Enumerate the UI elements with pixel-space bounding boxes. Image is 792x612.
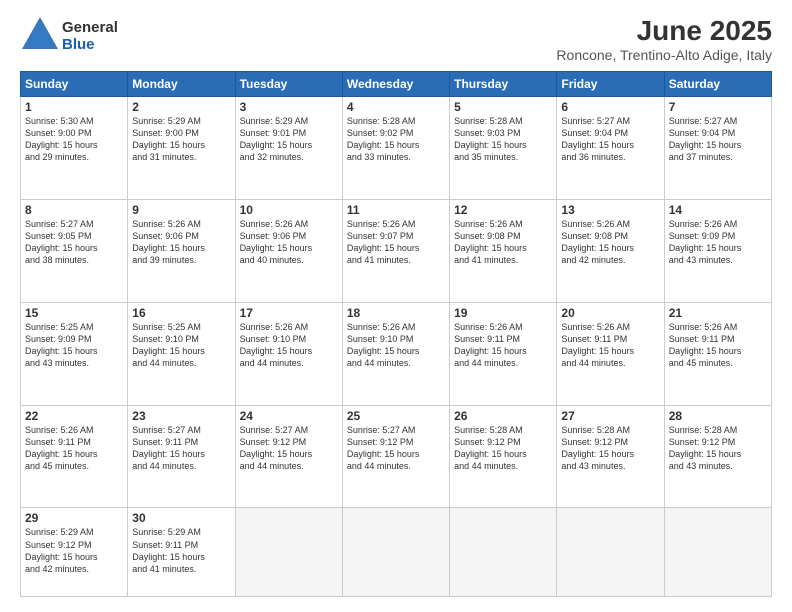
- day-cell-18: 18 Sunrise: 5:26 AM Sunset: 9:10 PM Dayl…: [342, 302, 449, 405]
- day-cell-16: 16 Sunrise: 5:25 AM Sunset: 9:10 PM Dayl…: [128, 302, 235, 405]
- day-cell-9: 9 Sunrise: 5:26 AM Sunset: 9:06 PM Dayli…: [128, 199, 235, 302]
- day-cell-empty: [664, 508, 771, 597]
- day-cell-11: 11 Sunrise: 5:26 AM Sunset: 9:07 PM Dayl…: [342, 199, 449, 302]
- day-cell-25: 25 Sunrise: 5:27 AM Sunset: 9:12 PM Dayl…: [342, 405, 449, 508]
- logo-icon: [20, 15, 60, 51]
- day-cell-12: 12 Sunrise: 5:26 AM Sunset: 9:08 PM Dayl…: [450, 199, 557, 302]
- day-cell-24: 24 Sunrise: 5:27 AM Sunset: 9:12 PM Dayl…: [235, 405, 342, 508]
- day-cell-10: 10 Sunrise: 5:26 AM Sunset: 9:06 PM Dayl…: [235, 199, 342, 302]
- col-tuesday: Tuesday: [235, 72, 342, 97]
- calendar-header-row: Sunday Monday Tuesday Wednesday Thursday…: [21, 72, 772, 97]
- col-friday: Friday: [557, 72, 664, 97]
- day-cell-empty: [342, 508, 449, 597]
- day-cell-empty: [235, 508, 342, 597]
- logo-general-text: General: [62, 19, 118, 36]
- col-thursday: Thursday: [450, 72, 557, 97]
- day-cell-3: 3 Sunrise: 5:29 AM Sunset: 9:01 PM Dayli…: [235, 97, 342, 200]
- day-cell-8: 8 Sunrise: 5:27 AM Sunset: 9:05 PM Dayli…: [21, 199, 128, 302]
- day-cell-17: 17 Sunrise: 5:26 AM Sunset: 9:10 PM Dayl…: [235, 302, 342, 405]
- table-row: 1 Sunrise: 5:30 AM Sunset: 9:00 PM Dayli…: [21, 97, 772, 200]
- day-cell-21: 21 Sunrise: 5:26 AM Sunset: 9:11 PM Dayl…: [664, 302, 771, 405]
- day-cell-15: 15 Sunrise: 5:25 AM Sunset: 9:09 PM Dayl…: [21, 302, 128, 405]
- day-cell-6: 6 Sunrise: 5:27 AM Sunset: 9:04 PM Dayli…: [557, 97, 664, 200]
- title-block: June 2025 Roncone, Trentino-Alto Adige, …: [556, 15, 772, 63]
- col-saturday: Saturday: [664, 72, 771, 97]
- header: General Blue June 2025 Roncone, Trentino…: [20, 15, 772, 63]
- col-sunday: Sunday: [21, 72, 128, 97]
- logo-blue-text: Blue: [62, 36, 118, 53]
- calendar-table: Sunday Monday Tuesday Wednesday Thursday…: [20, 71, 772, 597]
- day-cell-14: 14 Sunrise: 5:26 AM Sunset: 9:09 PM Dayl…: [664, 199, 771, 302]
- day-cell-empty: [450, 508, 557, 597]
- location-title: Roncone, Trentino-Alto Adige, Italy: [556, 47, 772, 63]
- table-row: 8 Sunrise: 5:27 AM Sunset: 9:05 PM Dayli…: [21, 199, 772, 302]
- day-cell-22: 22 Sunrise: 5:26 AM Sunset: 9:11 PM Dayl…: [21, 405, 128, 508]
- day-cell-4: 4 Sunrise: 5:28 AM Sunset: 9:02 PM Dayli…: [342, 97, 449, 200]
- day-cell-30: 30 Sunrise: 5:29 AM Sunset: 9:11 PM Dayl…: [128, 508, 235, 597]
- day-cell-7: 7 Sunrise: 5:27 AM Sunset: 9:04 PM Dayli…: [664, 97, 771, 200]
- col-wednesday: Wednesday: [342, 72, 449, 97]
- day-cell-26: 26 Sunrise: 5:28 AM Sunset: 9:12 PM Dayl…: [450, 405, 557, 508]
- day-cell-23: 23 Sunrise: 5:27 AM Sunset: 9:11 PM Dayl…: [128, 405, 235, 508]
- day-cell-1: 1 Sunrise: 5:30 AM Sunset: 9:00 PM Dayli…: [21, 97, 128, 200]
- day-cell-empty: [557, 508, 664, 597]
- day-cell-13: 13 Sunrise: 5:26 AM Sunset: 9:08 PM Dayl…: [557, 199, 664, 302]
- day-cell-5: 5 Sunrise: 5:28 AM Sunset: 9:03 PM Dayli…: [450, 97, 557, 200]
- day-cell-2: 2 Sunrise: 5:29 AM Sunset: 9:00 PM Dayli…: [128, 97, 235, 200]
- logo: General Blue: [20, 15, 118, 56]
- day-cell-29: 29 Sunrise: 5:29 AM Sunset: 9:12 PM Dayl…: [21, 508, 128, 597]
- table-row: 15 Sunrise: 5:25 AM Sunset: 9:09 PM Dayl…: [21, 302, 772, 405]
- day-cell-28: 28 Sunrise: 5:28 AM Sunset: 9:12 PM Dayl…: [664, 405, 771, 508]
- col-monday: Monday: [128, 72, 235, 97]
- day-cell-20: 20 Sunrise: 5:26 AM Sunset: 9:11 PM Dayl…: [557, 302, 664, 405]
- day-cell-19: 19 Sunrise: 5:26 AM Sunset: 9:11 PM Dayl…: [450, 302, 557, 405]
- page: General Blue June 2025 Roncone, Trentino…: [0, 0, 792, 612]
- table-row: 29 Sunrise: 5:29 AM Sunset: 9:12 PM Dayl…: [21, 508, 772, 597]
- table-row: 22 Sunrise: 5:26 AM Sunset: 9:11 PM Dayl…: [21, 405, 772, 508]
- day-cell-27: 27 Sunrise: 5:28 AM Sunset: 9:12 PM Dayl…: [557, 405, 664, 508]
- month-title: June 2025: [556, 15, 772, 47]
